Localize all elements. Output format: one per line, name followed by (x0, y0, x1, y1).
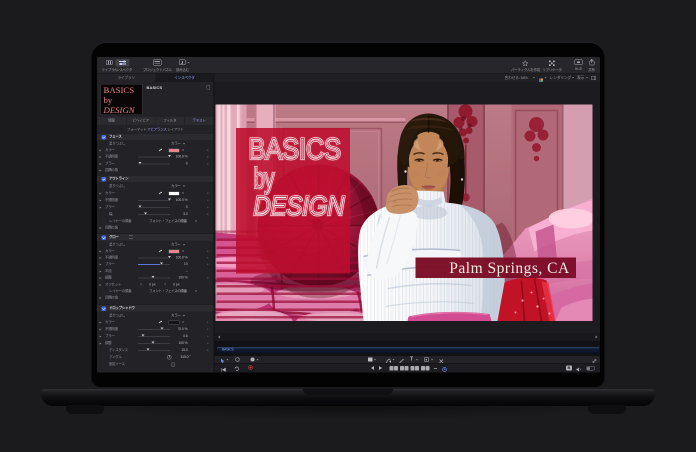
svg-text:DESIGN: DESIGN (253, 191, 344, 221)
svg-text:Palm Springs, CA: Palm Springs, CA (449, 260, 570, 277)
svg-text:BASICS: BASICS (248, 133, 341, 166)
